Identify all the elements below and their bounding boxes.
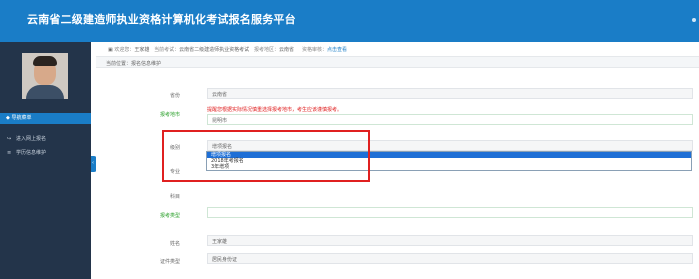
arrow-icon: ↪ <box>7 136 12 142</box>
subject-label: 科目 <box>169 194 180 200</box>
app-title: 云南省二级建造师执业资格计算机化考试报名服务平台 <box>27 13 296 26</box>
top-banner: 云南省二级建造师执业资格计算机化考试报名服务平台 <box>0 0 699 42</box>
exam-name: 云南省二级建造师执业资格考试 <box>179 47 250 53</box>
exam-label: 当前考试： <box>154 47 180 53</box>
nav-head-label: 导航菜单 <box>11 115 32 121</box>
sidebar: ◆ 导航菜单 ↪ 进入网上报名 ≡ 学历信息维护 <box>0 42 91 279</box>
chevron-left-icon: ‹ <box>92 160 94 166</box>
avatar-hair <box>33 56 57 66</box>
province-field: 云南省 <box>207 88 693 99</box>
sidebar-item-education-info[interactable]: ≡ 学历信息维护 <box>0 148 91 158</box>
city-field[interactable]: 昆明市 <box>207 114 693 125</box>
avatar <box>22 53 68 99</box>
avatar-shirt <box>26 85 64 99</box>
user-name: 王家雄 <box>134 47 150 53</box>
highlight-box <box>162 130 370 182</box>
city-warning: 提醒您根据实际情况慎重选择报考地市，考生应该谨慎报考。 <box>207 107 343 113</box>
sidebar-item-online-signup[interactable]: ↪ 进入网上报名 <box>0 134 91 144</box>
sidebar-nav-head[interactable]: ◆ 导航菜单 <box>0 113 91 124</box>
sidebar-item-label: 学历信息维护 <box>16 150 47 156</box>
province-label: 省份 <box>169 93 180 99</box>
breadcrumb: 当前位置：报名信息维护 <box>96 56 699 68</box>
settings-icon[interactable] <box>692 18 696 22</box>
sidebar-item-label: 进入网上报名 <box>16 136 47 142</box>
city-label: 报考地市 <box>159 112 180 118</box>
type-field[interactable] <box>207 207 693 218</box>
status-label: 资格审核： <box>301 47 327 53</box>
user-info-bar: ▣ 欢迎您：王家雄 当前考试：云南省二级建造师执业资格考试 报考地区：云南省 资… <box>96 42 699 54</box>
list-icon: ≡ <box>7 150 12 156</box>
status-link[interactable]: 点击查看 <box>327 47 347 53</box>
name-label: 姓名 <box>169 241 180 247</box>
name-field: 王家雄 <box>207 235 693 246</box>
type-label: 报考类型 <box>159 213 180 219</box>
region-name: 云南省 <box>278 47 294 53</box>
idtype-label: 证件类型 <box>159 259 180 265</box>
region-label: 报考地区： <box>253 47 279 53</box>
welcome-label: 欢迎您： <box>114 47 135 53</box>
idtype-field: 居民身份证 <box>207 253 693 264</box>
